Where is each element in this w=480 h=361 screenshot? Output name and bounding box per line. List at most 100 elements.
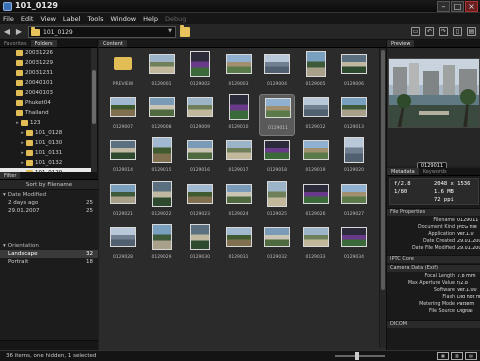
menu-label[interactable]: Label bbox=[63, 15, 81, 23]
tab-keywords[interactable]: Keywords bbox=[419, 168, 451, 175]
path-dropdown[interactable]: 101_0129 ▼ bbox=[28, 26, 176, 38]
chevron-down-icon[interactable]: ▾ bbox=[3, 192, 6, 198]
filter-group-header[interactable]: ▾ Orientation bbox=[0, 241, 98, 250]
view-filmstrip-button[interactable]: ▥ bbox=[451, 352, 463, 360]
tree-expand-icon[interactable]: ▸ bbox=[20, 150, 25, 156]
view-details-button[interactable]: ▤ bbox=[465, 352, 477, 360]
tab-favorites[interactable]: Favorites bbox=[0, 40, 31, 47]
rotate-left-icon[interactable]: ↶ bbox=[425, 27, 434, 36]
preview-image[interactable] bbox=[388, 58, 480, 128]
tree-expand-icon[interactable]: ▸ bbox=[15, 120, 20, 126]
thumbnail-item[interactable]: 0129025 bbox=[259, 180, 295, 223]
thumbnail-item[interactable]: 0129004 bbox=[259, 51, 295, 93]
minimize-button[interactable]: – bbox=[437, 1, 450, 12]
tree-expand-icon[interactable]: ▸ bbox=[20, 140, 25, 146]
thumbnail-item[interactable]: 0129034 bbox=[336, 224, 372, 266]
thumbnail-size-slider[interactable] bbox=[335, 352, 385, 360]
tab-content[interactable]: Content bbox=[99, 40, 127, 47]
filter-row[interactable]: 2 days ago 25 bbox=[0, 199, 98, 207]
tree-folder-item[interactable]: 20031229 bbox=[0, 58, 92, 68]
section-dicom[interactable]: DICOM bbox=[387, 320, 480, 328]
forward-arrow-icon[interactable]: ▶ bbox=[14, 27, 24, 37]
thumbnail-item[interactable]: 0129015 bbox=[144, 137, 180, 179]
chevron-down-icon[interactable]: ▼ bbox=[166, 28, 174, 36]
filter-row[interactable]: 29.01.2007 25 bbox=[0, 207, 98, 215]
sort-dropdown[interactable]: Sort by Filename bbox=[0, 180, 98, 190]
new-folder-icon[interactable]: ▭ bbox=[411, 27, 420, 36]
thumbnail-item[interactable]: 0129028 bbox=[105, 224, 141, 266]
thumbnail-item[interactable]: 0129005 bbox=[298, 51, 334, 93]
view-options-icon[interactable]: ▤ bbox=[467, 27, 476, 36]
thumbnail-item[interactable]: 0129031 bbox=[221, 224, 257, 266]
tree-scroll-thumb[interactable] bbox=[92, 70, 96, 124]
thumbnail-item[interactable]: 0129007 bbox=[105, 94, 141, 136]
menu-tools[interactable]: Tools bbox=[87, 15, 103, 23]
tree-scrollbar[interactable] bbox=[91, 48, 97, 172]
tab-folders[interactable]: Folders bbox=[30, 40, 57, 47]
slider-knob[interactable] bbox=[355, 352, 359, 360]
menu-debug[interactable]: Debug bbox=[165, 15, 186, 23]
menu-help[interactable]: Help bbox=[143, 15, 158, 23]
section-camera-data[interactable]: Camera Data (Exif) bbox=[387, 264, 480, 272]
thumbnail-item[interactable]: 0129029 bbox=[144, 223, 180, 266]
tree-folder-item[interactable]: 20040103 bbox=[0, 88, 92, 98]
thumbnail-item[interactable]: 0129027 bbox=[336, 181, 372, 223]
thumbnail-item[interactable]: 0129013 bbox=[336, 94, 372, 136]
tree-folder-item[interactable]: ▸ 101_0131 bbox=[0, 148, 92, 158]
thumbnail-item[interactable]: 0129011 bbox=[259, 94, 295, 137]
rotate-right-icon[interactable]: ↷ bbox=[439, 27, 448, 36]
content-scrollbar[interactable] bbox=[379, 48, 386, 348]
folder-thumbnail[interactable]: PREVIEW bbox=[105, 51, 141, 93]
thumbnail-item[interactable]: 0129021 bbox=[105, 181, 141, 223]
tree-folder-item[interactable]: Thailand bbox=[0, 108, 92, 118]
view-thumbnails-button[interactable]: ▦ bbox=[437, 352, 449, 360]
filter-row[interactable]: Portrait 18 bbox=[0, 258, 98, 266]
tree-folder-item[interactable]: ▸ 101_0132 bbox=[0, 158, 92, 168]
thumbnail-item[interactable]: 0129006 bbox=[336, 51, 372, 93]
content-scroll-thumb[interactable] bbox=[381, 50, 385, 290]
section-file-properties[interactable]: File Properties bbox=[387, 208, 480, 216]
tab-preview[interactable]: Preview bbox=[387, 40, 415, 47]
thumbnail-item[interactable]: 0129033 bbox=[298, 224, 334, 266]
filter-row[interactable]: Landscape 32 bbox=[0, 250, 98, 258]
tree-folder-item[interactable]: 20031226 bbox=[0, 48, 92, 58]
tree-folder-item[interactable]: 20031231 bbox=[0, 68, 92, 78]
menu-edit[interactable]: Edit bbox=[21, 15, 34, 23]
thumbnail-item[interactable]: 0129019 bbox=[298, 137, 334, 179]
tree-expand-icon[interactable]: ▸ bbox=[20, 160, 25, 166]
thumbnail-item[interactable]: 0129030 bbox=[182, 223, 218, 266]
section-iptc-core[interactable]: IPTC Core bbox=[387, 255, 480, 263]
tree-folder-item[interactable]: ▸ 101_0128 bbox=[0, 128, 92, 138]
tree-folder-item[interactable]: 20040101 bbox=[0, 78, 92, 88]
thumbnail-item[interactable]: 0129026 bbox=[298, 181, 334, 223]
thumbnail-item[interactable]: 0129020 bbox=[336, 137, 372, 179]
thumbnail-item[interactable]: 0129032 bbox=[259, 224, 295, 266]
chevron-down-icon[interactable]: ▾ bbox=[3, 243, 6, 249]
tab-metadata[interactable]: Metadata bbox=[387, 168, 419, 175]
thumbnail-item[interactable]: 0129024 bbox=[221, 181, 257, 223]
menu-view[interactable]: View bbox=[40, 15, 55, 23]
tree-folder-item[interactable]: Phuket04 bbox=[0, 98, 92, 108]
thumbnail-item[interactable]: 0129003 bbox=[221, 51, 257, 93]
thumbnail-item[interactable]: 0129002 bbox=[182, 51, 218, 93]
tab-filter[interactable]: Filter bbox=[0, 172, 21, 179]
thumbnail-item[interactable]: 0129009 bbox=[182, 94, 218, 136]
trash-icon[interactable]: ▯ bbox=[453, 27, 462, 36]
filter-group-header[interactable]: ▾ Date Modified bbox=[0, 190, 98, 199]
tree-expand-icon[interactable]: ▸ bbox=[20, 130, 25, 136]
thumbnail-item[interactable]: 0129017 bbox=[221, 137, 257, 179]
thumbnail-item[interactable]: 0129018 bbox=[259, 137, 295, 179]
thumbnail-item[interactable]: 0129008 bbox=[144, 94, 180, 136]
menu-window[interactable]: Window bbox=[110, 15, 136, 23]
thumbnail-item[interactable]: 0129012 bbox=[298, 94, 334, 136]
back-arrow-icon[interactable]: ◀ bbox=[2, 27, 12, 37]
tree-folder-item[interactable]: ▸ 123 bbox=[0, 118, 92, 128]
thumbnail-item[interactable]: 0129014 bbox=[105, 137, 141, 179]
thumbnail-item[interactable]: 0129016 bbox=[182, 137, 218, 179]
thumbnail-item[interactable]: 0129010 bbox=[221, 94, 257, 136]
thumbnail-item[interactable]: 0129001 bbox=[144, 51, 180, 93]
thumbnail-item[interactable]: 0129022 bbox=[144, 180, 180, 223]
thumbnail-item[interactable]: 0129023 bbox=[182, 181, 218, 223]
go-up-folder-icon[interactable] bbox=[180, 25, 190, 37]
maximize-button[interactable]: □ bbox=[451, 1, 464, 12]
